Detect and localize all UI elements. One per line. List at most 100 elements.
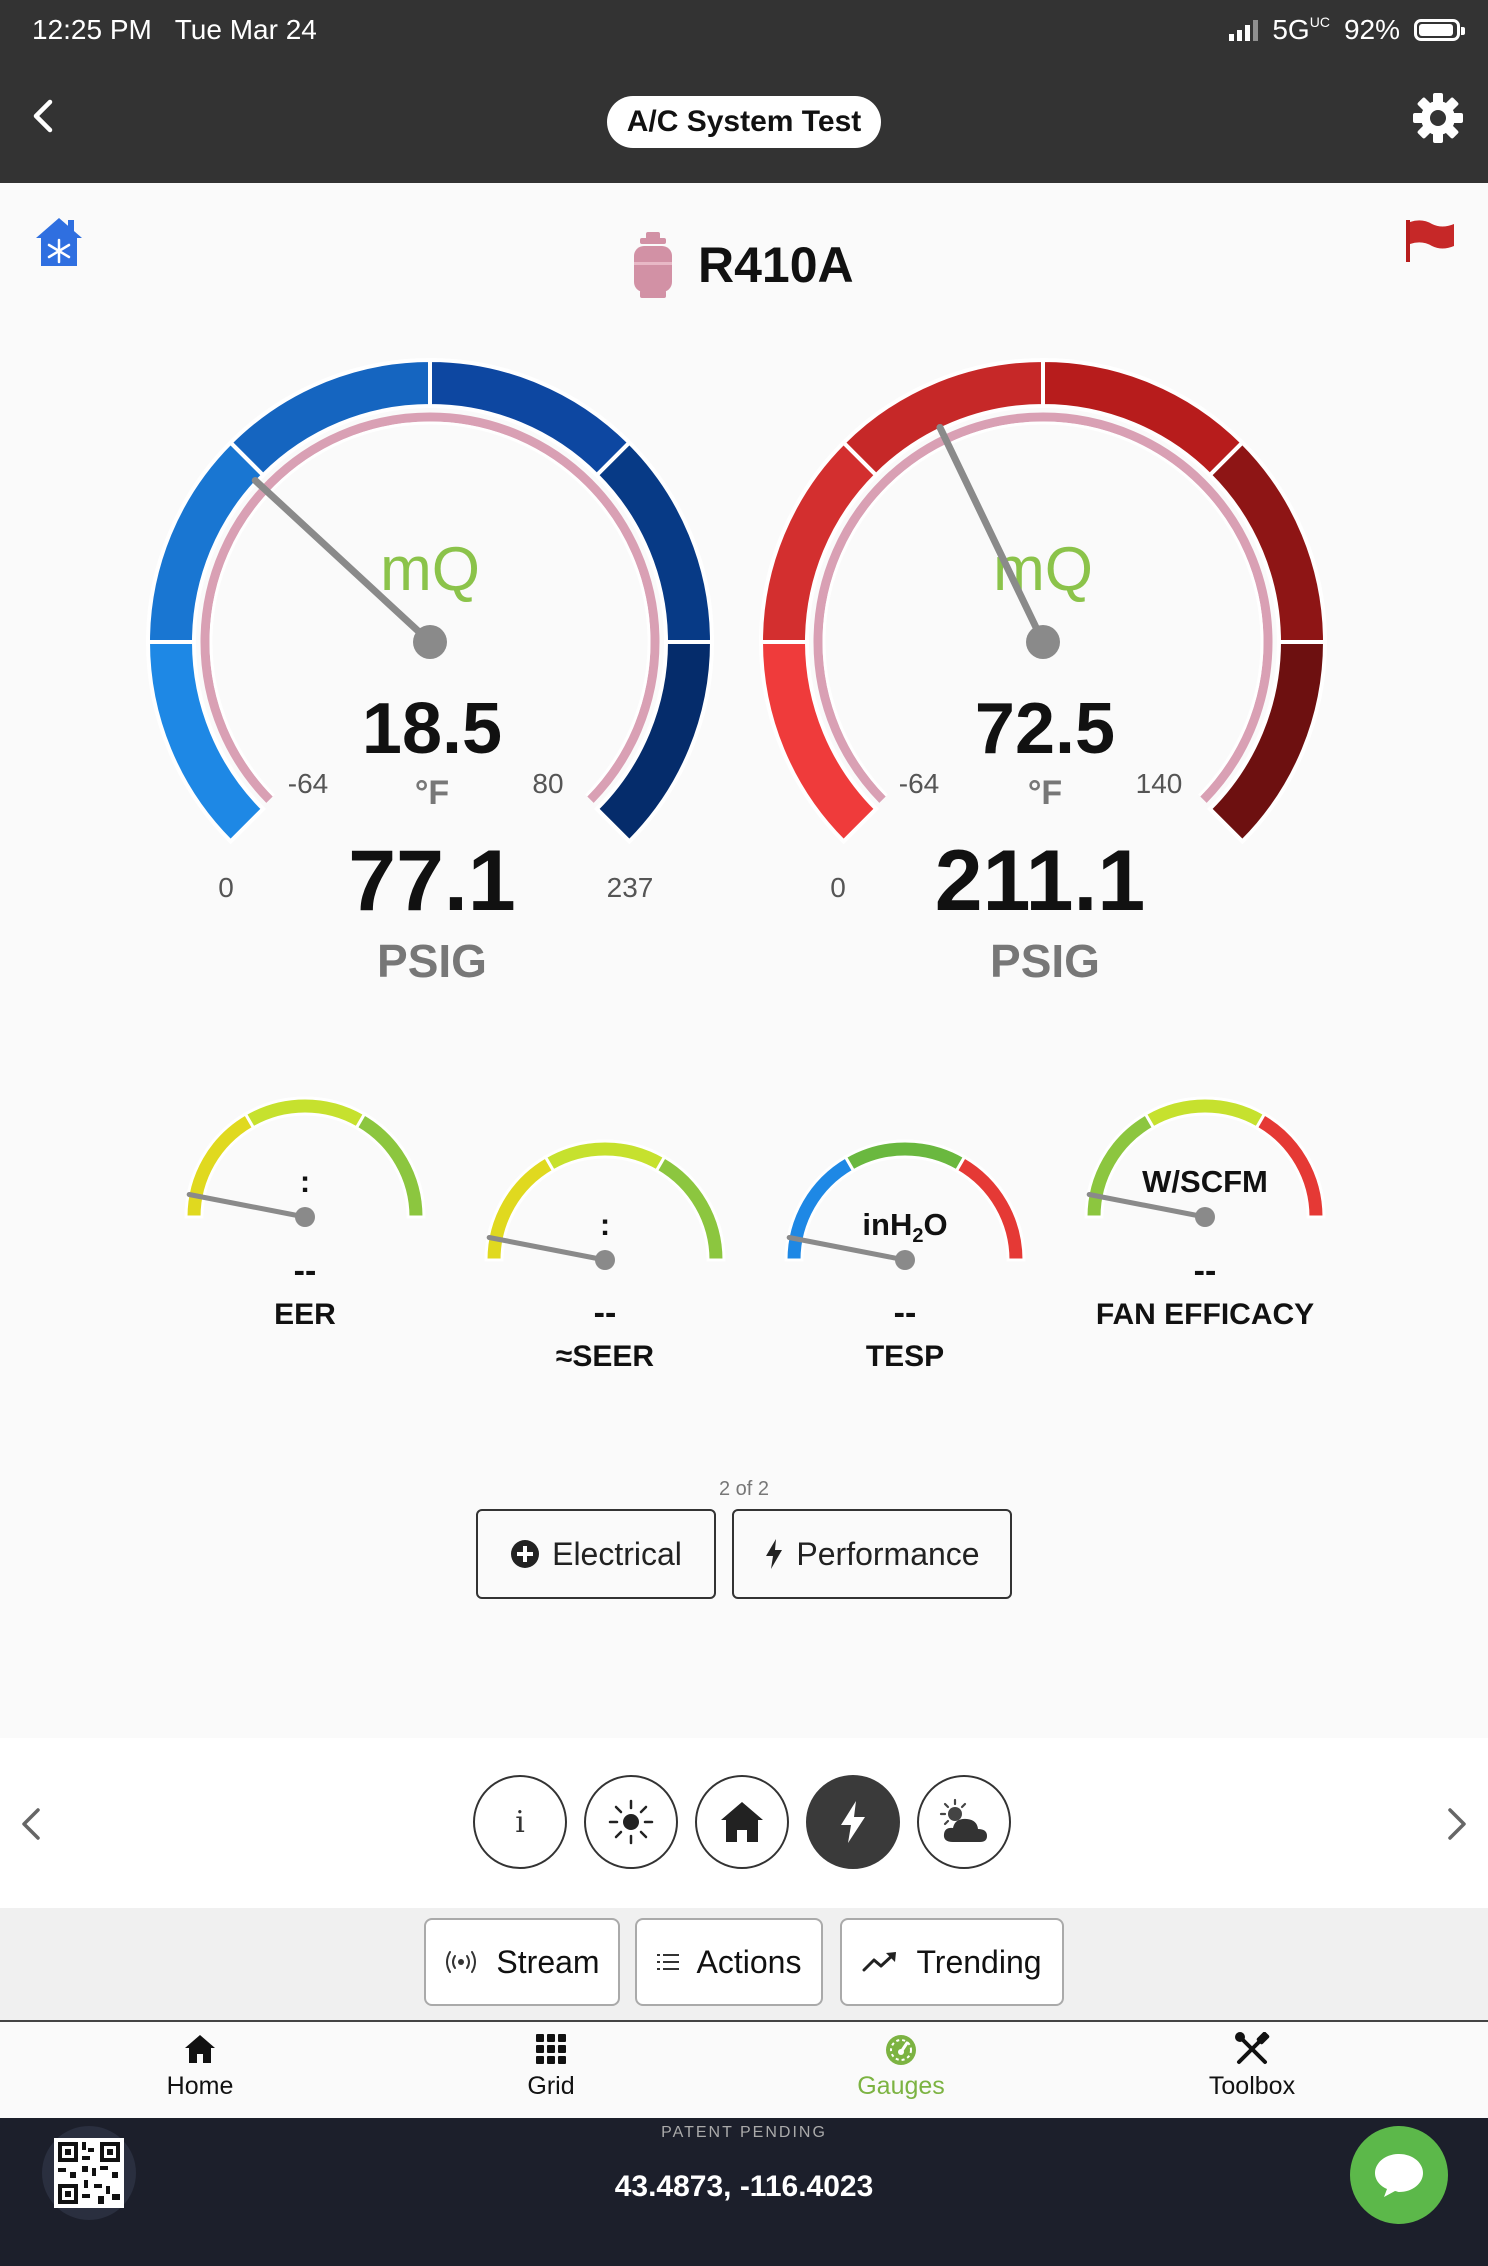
tesp-value: -- <box>893 1294 917 1332</box>
eer-needle-hub <box>295 1207 315 1227</box>
tab-toolbox-label: Toolbox <box>1208 2072 1296 2100</box>
low-temp-value: 18.5 <box>361 689 503 769</box>
seer-value: -- <box>593 1294 617 1332</box>
high-temp-min: -64 <box>898 768 940 799</box>
weather-button[interactable] <box>917 1775 1011 1869</box>
signal-icon <box>1229 19 1259 41</box>
tesp-arc-segment <box>843 1139 967 1173</box>
tesp-unit: inH2O <box>862 1207 948 1248</box>
eer-value: -- <box>293 1252 317 1290</box>
broadcast-icon <box>446 1951 477 1973</box>
low-pressure-max: 237 <box>606 872 654 903</box>
chat-bubble-icon <box>1375 2154 1423 2197</box>
bolt-icon <box>766 1539 783 1569</box>
refrigerant-name: R410A <box>698 237 854 293</box>
stream-label: Stream <box>496 1943 600 1980</box>
tab-grid[interactable]: Grid <box>451 2030 651 2101</box>
trending-button[interactable]: Trending <box>840 1918 1064 2006</box>
flag-icon[interactable] <box>1404 218 1456 264</box>
high-temp-value: 72.5 <box>974 689 1116 769</box>
home-category-button[interactable] <box>695 1775 789 1869</box>
status-clock: 12:25 PM <box>32 14 152 45</box>
electrical-button[interactable]: Electrical <box>476 1509 716 1599</box>
seer-needle-hub <box>595 1250 615 1270</box>
home-icon <box>721 1802 763 1842</box>
actions-label: Actions <box>696 1943 802 1980</box>
toolbox-icon <box>1235 2032 1270 2064</box>
bolt-icon <box>841 1801 865 1843</box>
tesp-label: TESP <box>865 1340 945 1373</box>
seer-unit: : <box>599 1207 611 1242</box>
gauge-icon <box>886 2035 916 2065</box>
chat-button[interactable] <box>1350 2126 1448 2224</box>
tab-gauges-label: Gauges <box>857 2072 945 2100</box>
cloud-sun-icon <box>939 1798 987 1842</box>
refrigerant-tank-icon <box>634 232 672 298</box>
back-arrow-icon[interactable] <box>24 96 64 136</box>
low-pressure-unit: PSIG <box>377 935 487 987</box>
tab-gauges[interactable]: Gauges <box>801 2030 1001 2101</box>
list-icon <box>656 1954 679 1970</box>
performance-label: Performance <box>796 1535 980 1572</box>
electrical-category-button[interactable] <box>806 1775 900 1869</box>
eer-unit: : <box>299 1164 311 1199</box>
chevron-left-icon[interactable] <box>16 1804 46 1844</box>
info-button[interactable]: i <box>473 1775 567 1869</box>
fan-efficacy-needle-hub <box>1195 1207 1215 1227</box>
tab-home-label: Home <box>166 2072 234 2100</box>
high-pressure-min: 0 <box>830 872 846 903</box>
electrical-label: Electrical <box>552 1535 682 1572</box>
page-title[interactable]: A/C System Test <box>607 96 881 148</box>
status-indicators: 5GUC 92% <box>1229 14 1465 46</box>
low-temp-unit: °F <box>414 774 450 812</box>
grid-icon <box>536 2034 566 2064</box>
high-temp-max: 140 <box>1135 768 1183 799</box>
refrigerant-header: R410A <box>632 232 854 298</box>
fan-efficacy-label: FAN EFFICACY <box>1095 1298 1315 1331</box>
stream-button[interactable]: Stream <box>424 1918 620 2006</box>
qr-code-button[interactable] <box>42 2126 136 2220</box>
sun-button[interactable] <box>584 1775 678 1869</box>
performance-button[interactable]: Performance <box>732 1509 1012 1599</box>
low-pressure-min: 0 <box>218 872 234 903</box>
trending-icon <box>862 1952 897 1972</box>
eer-label: EER <box>274 1298 336 1331</box>
low-needle-hub <box>413 625 447 659</box>
tesp-needle-hub <box>895 1250 915 1270</box>
page-indicator: 2 of 2 <box>718 1478 770 1500</box>
low-temp-min: -64 <box>287 768 329 799</box>
patent-notice: PATENT PENDING <box>661 2124 827 2141</box>
fan-efficacy-unit: W/SCFM <box>1142 1164 1268 1199</box>
battery-percent: 92% <box>1343 14 1400 45</box>
eer-arc-segment <box>243 1096 367 1130</box>
battery-icon <box>1414 19 1465 41</box>
low-brand-logo: mQ <box>380 535 480 604</box>
status-time: 12:25 PM Tue Mar 24 <box>32 14 317 46</box>
network-label: 5GUC <box>1272 14 1330 45</box>
actions-button[interactable]: Actions <box>635 1918 823 2006</box>
tab-toolbox[interactable]: Toolbox <box>1152 2030 1352 2101</box>
seer-label: ≈SEER <box>555 1340 655 1373</box>
fan-efficacy-arc-segment <box>1143 1096 1267 1130</box>
sun-icon <box>608 1799 654 1845</box>
trending-label: Trending <box>916 1943 1042 1980</box>
plus-circle-icon <box>511 1540 540 1568</box>
eer-arc-segment <box>354 1111 426 1219</box>
low-temp-max: 80 <box>532 768 564 799</box>
tab-grid-label: Grid <box>527 2072 575 2100</box>
gps-coordinates: 43.4873, -116.4023 <box>614 2170 874 2203</box>
high-pressure-unit: PSIG <box>990 935 1100 987</box>
gear-icon[interactable] <box>1410 90 1466 146</box>
high-temp-unit: °F <box>1027 774 1063 812</box>
info-icon: i <box>515 1804 525 1840</box>
chevron-right-icon[interactable] <box>1442 1804 1472 1844</box>
qr-code-icon <box>54 2138 124 2208</box>
seer-arc-segment <box>654 1154 726 1262</box>
house-snowflake-icon[interactable] <box>34 216 84 268</box>
fan-efficacy-value: -- <box>1193 1252 1217 1290</box>
home-icon <box>185 2035 215 2063</box>
high-pressure-value: 211.1 <box>934 833 1146 929</box>
tab-home[interactable]: Home <box>100 2030 300 2101</box>
seer-arc-segment <box>543 1139 667 1173</box>
status-date: Tue Mar 24 <box>174 14 317 45</box>
